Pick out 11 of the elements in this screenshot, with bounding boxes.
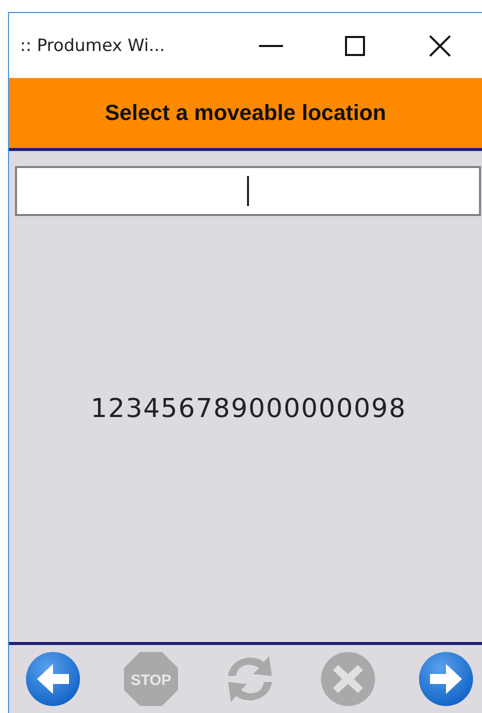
back-button[interactable] [23,649,83,709]
text-cursor [247,176,249,206]
cancel-icon [320,651,376,707]
screen-title: Select a moveable location [104,100,386,126]
close-icon [428,34,451,56]
window-title: :: Produmex Wi... [19,36,166,56]
location-code: 123456789000000098 [90,394,406,424]
maximize-icon [345,36,366,56]
input-field[interactable] [15,166,481,216]
forward-button[interactable] [416,649,476,709]
minimize-icon [258,44,283,46]
